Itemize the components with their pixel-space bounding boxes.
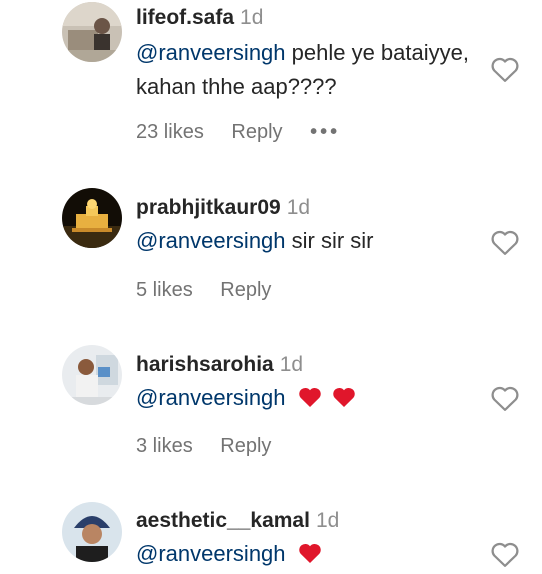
comment-actions: 3 likes Reply (136, 435, 271, 458)
heart-outline-icon[interactable] (490, 384, 520, 412)
heart-outline-icon[interactable] (490, 55, 520, 83)
timestamp: 1d (315, 509, 340, 532)
mention-link[interactable]: @ranveersingh (136, 40, 286, 65)
comment-actions: 23 likes Reply ••• (136, 121, 340, 144)
avatar[interactable] (62, 188, 122, 248)
mention-link[interactable]: @ranveersingh (136, 385, 286, 410)
comment-text: @ranveersingh (136, 381, 472, 415)
reply-button[interactable]: Reply (231, 121, 282, 144)
heart-outline-icon[interactable] (490, 228, 520, 256)
username[interactable]: harishsarohia (136, 353, 274, 376)
comment-text: @ranveersingh pehle ye bataiyye, kahan t… (136, 36, 472, 104)
reply-button[interactable]: Reply (220, 435, 271, 458)
mention-link[interactable]: @ranveersingh (136, 541, 286, 566)
username[interactable]: aesthetic__kamal (136, 509, 310, 532)
timestamp: 1d (240, 6, 264, 29)
avatar[interactable] (62, 345, 122, 405)
heart-outline-icon[interactable] (490, 540, 520, 568)
red-heart-emoji (332, 384, 356, 407)
avatar[interactable] (62, 2, 122, 62)
comment-text: @ranveersingh sir sir sir (136, 224, 472, 258)
timestamp: 1d (279, 353, 304, 376)
timestamp: 1d (286, 196, 311, 219)
mention-link[interactable]: @ranveersingh (136, 228, 286, 253)
comment-text: @ranveersingh (136, 537, 472, 571)
username[interactable]: lifeof.safa (136, 6, 234, 29)
comment-body: sir sir sir (285, 228, 374, 253)
likes-count[interactable]: 23 likes (136, 121, 204, 144)
more-options-icon[interactable]: ••• (310, 121, 340, 144)
username[interactable]: prabhjitkaur09 (136, 196, 281, 219)
red-heart-emoji (298, 540, 322, 563)
comment-actions: 5 likes Reply (136, 279, 271, 302)
reply-button[interactable]: Reply (220, 279, 271, 302)
likes-count[interactable]: 5 likes (136, 279, 193, 302)
avatar[interactable] (62, 502, 122, 562)
red-heart-emoji (298, 384, 322, 407)
likes-count[interactable]: 3 likes (136, 435, 193, 458)
